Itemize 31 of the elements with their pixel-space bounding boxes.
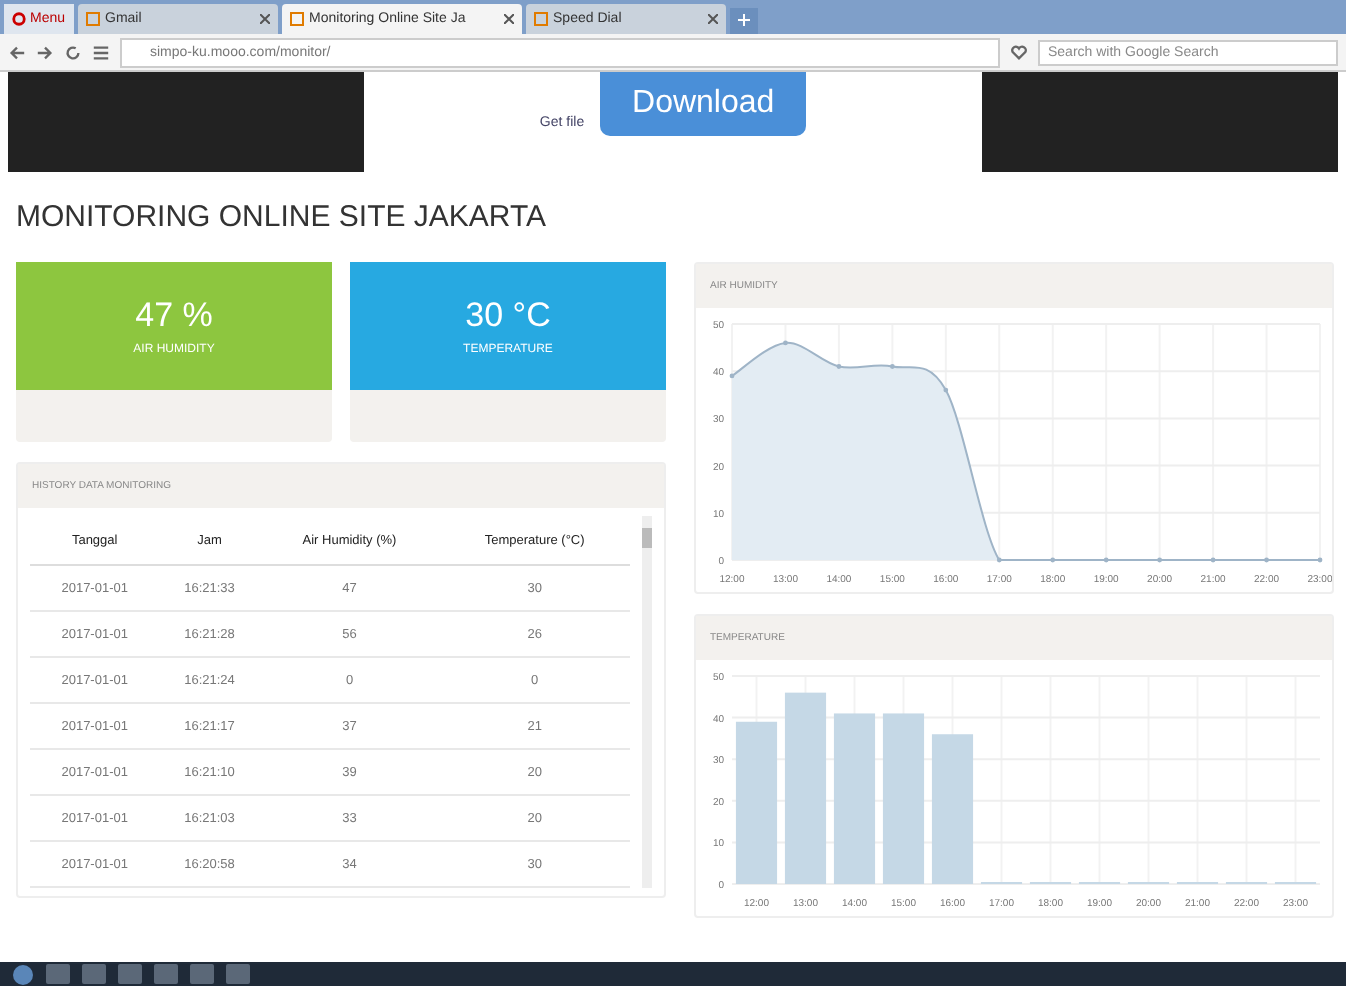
page-title: MONITORING ONLINE SITE JAKARTA xyxy=(16,200,549,234)
heart-icon[interactable] xyxy=(1010,43,1028,61)
data-point xyxy=(1264,557,1269,563)
logo-icon xyxy=(12,12,26,26)
page-icon xyxy=(533,12,548,26)
data-point xyxy=(996,557,1002,563)
page-icon xyxy=(85,12,100,26)
close-icon[interactable] xyxy=(707,14,718,24)
data-point xyxy=(943,387,949,393)
data-point xyxy=(1210,557,1216,563)
data-point xyxy=(1103,557,1109,563)
scrollbar[interactable] xyxy=(642,516,652,888)
close-icon[interactable] xyxy=(503,14,514,24)
close-icon[interactable] xyxy=(259,14,270,24)
forward-icon[interactable] xyxy=(36,43,54,61)
data-point xyxy=(783,340,788,346)
data-point xyxy=(1157,557,1163,563)
data-point xyxy=(1050,557,1056,563)
plus-icon xyxy=(737,14,750,26)
data-point xyxy=(836,364,842,369)
data-point xyxy=(889,364,895,369)
page-icon xyxy=(289,12,304,26)
new-tab-button[interactable] xyxy=(729,8,758,34)
reload-icon[interactable] xyxy=(64,43,82,61)
stat-value: 47 % xyxy=(135,296,213,336)
stat-value: 30 °C xyxy=(465,296,551,336)
data-point xyxy=(729,373,735,379)
scrollbar-thumb[interactable] xyxy=(642,528,652,548)
back-icon[interactable] xyxy=(8,43,26,61)
start-icon[interactable] xyxy=(12,963,34,985)
data-point xyxy=(1317,557,1323,563)
